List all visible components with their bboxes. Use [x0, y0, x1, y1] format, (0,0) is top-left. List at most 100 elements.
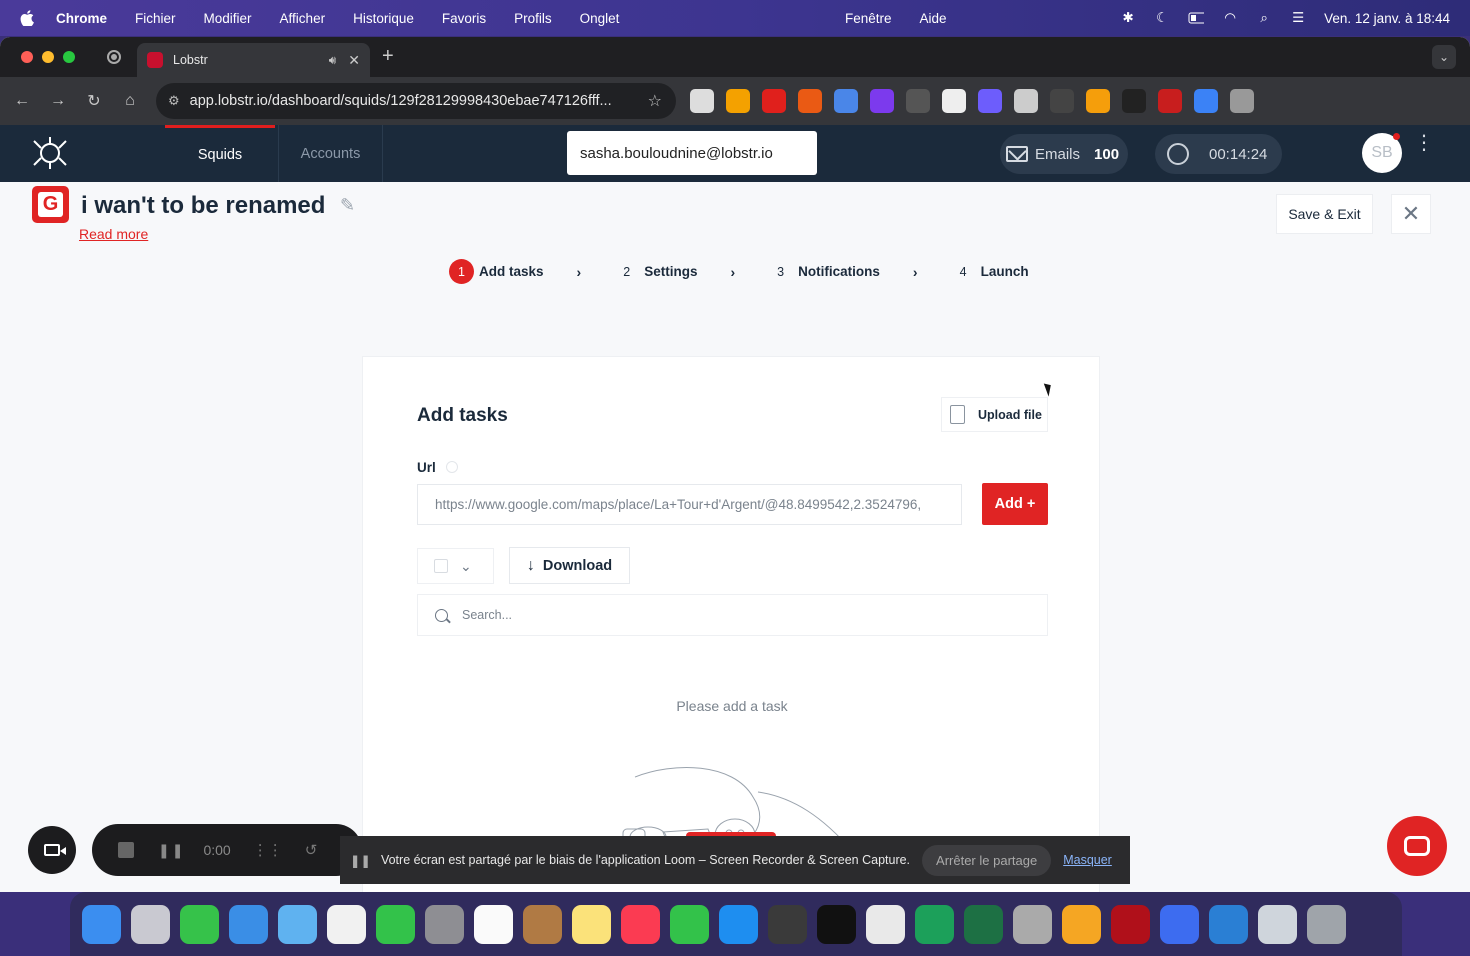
home-button[interactable]: ⌂: [112, 92, 148, 110]
wifi-icon[interactable]: ◠: [1222, 10, 1238, 25]
browser-tab-lobstr[interactable]: Lobstr 🔊︎ ✕: [137, 43, 370, 77]
extension-icon[interactable]: [726, 89, 750, 113]
contacts-icon[interactable]: [523, 904, 562, 944]
extension-icon[interactable]: [1158, 89, 1182, 113]
url-text[interactable]: app.lobstr.io/dashboard/squids/129f28129…: [190, 93, 612, 109]
select-all-checkbox[interactable]: [434, 559, 448, 573]
menu-afficher[interactable]: Afficher: [280, 11, 326, 26]
extension-icon[interactable]: [1122, 89, 1146, 113]
save-exit-button[interactable]: Save & Exit: [1276, 194, 1373, 234]
system-settings-icon[interactable]: [425, 904, 464, 944]
calendar-icon[interactable]: [474, 904, 513, 944]
facetime-icon[interactable]: [376, 904, 415, 944]
drawing-grid-icon[interactable]: ⋮⋮: [253, 841, 283, 859]
trash-bin-icon[interactable]: [1307, 904, 1346, 944]
extension-icon[interactable]: [798, 89, 822, 113]
usage-timer-pill[interactable]: 00:14:24: [1155, 134, 1282, 174]
bluetooth-icon[interactable]: ✱: [1120, 10, 1136, 25]
user-avatar[interactable]: SB: [1362, 133, 1402, 173]
extension-icon[interactable]: [1050, 89, 1074, 113]
numbers-icon[interactable]: [670, 904, 709, 944]
extension-icon[interactable]: [762, 89, 786, 113]
moon-icon[interactable]: ☾: [1154, 10, 1170, 25]
stop-sharing-button[interactable]: Arrêter le partage: [922, 844, 1052, 876]
lobstr-logo-icon[interactable]: [30, 133, 70, 173]
minimize-window-button[interactable]: [42, 51, 54, 63]
extension-icon[interactable]: [870, 89, 894, 113]
notes-icon[interactable]: [572, 904, 611, 944]
address-bar[interactable]: ⚙︎ app.lobstr.io/dashboard/squids/129f28…: [156, 83, 676, 119]
restart-icon[interactable]: ↺: [305, 841, 318, 859]
preview-icon[interactable]: [1258, 904, 1297, 944]
extension-icon[interactable]: [1194, 89, 1218, 113]
edit-pencil-icon[interactable]: ✎: [340, 195, 355, 216]
battery-icon[interactable]: [1188, 11, 1205, 25]
messages-icon[interactable]: [180, 904, 219, 944]
emails-credits-pill[interactable]: Emails 100: [1000, 134, 1128, 174]
extension-icon[interactable]: [834, 89, 858, 113]
tab-close-icon[interactable]: ✕: [348, 52, 360, 69]
extensions-puzzle-icon[interactable]: [1230, 89, 1254, 113]
chevron-down-icon[interactable]: ⌄: [460, 558, 472, 575]
bookmark-star-icon[interactable]: ☆: [648, 91, 662, 111]
menu-modifier[interactable]: Modifier: [204, 11, 252, 26]
site-info-icon[interactable]: ⚙︎: [168, 93, 180, 109]
more-menu-icon[interactable]: ⋮: [1414, 133, 1434, 153]
info-icon[interactable]: [446, 461, 458, 473]
url-input[interactable]: https://www.google.com/maps/place/La+Tou…: [417, 484, 962, 525]
loom-camera-button[interactable]: [28, 826, 76, 874]
add-task-button[interactable]: Add +: [982, 483, 1048, 525]
bulk-select-dropdown[interactable]: ⌄: [417, 548, 494, 584]
pause-icon[interactable]: ❚❚: [158, 842, 185, 859]
step-add-tasks[interactable]: 1 Add tasks: [449, 259, 544, 284]
extension-icon[interactable]: [1014, 89, 1038, 113]
download-button[interactable]: ↓ Download: [509, 547, 630, 584]
apple-icon[interactable]: [18, 9, 36, 27]
cyberduck-icon[interactable]: [1062, 904, 1101, 944]
signal-icon[interactable]: [1160, 904, 1199, 944]
stop-recording-button[interactable]: [118, 842, 134, 858]
recording-indicator-icon[interactable]: [107, 50, 121, 64]
extension-icon[interactable]: [978, 89, 1002, 113]
music-icon[interactable]: [621, 904, 660, 944]
task-search-input[interactable]: Search...: [417, 594, 1048, 636]
nav-squids[interactable]: Squids: [165, 125, 275, 182]
step-notifications[interactable]: 3 Notifications: [768, 259, 880, 284]
forward-button[interactable]: →: [40, 92, 76, 110]
photos-icon[interactable]: [327, 904, 366, 944]
menu-fichier[interactable]: Fichier: [135, 11, 176, 26]
finder-icon[interactable]: [82, 904, 121, 944]
pycharm-icon[interactable]: [915, 904, 954, 944]
read-more-link[interactable]: Read more: [79, 226, 148, 242]
menu-aide[interactable]: Aide: [920, 11, 947, 26]
maps-icon[interactable]: [278, 904, 317, 944]
upload-file-button[interactable]: Upload file: [941, 397, 1048, 432]
hide-banner-link[interactable]: Masquer: [1063, 853, 1112, 867]
squid-title[interactable]: i wan't to be renamed: [81, 192, 331, 220]
new-tab-button[interactable]: +: [382, 45, 394, 68]
menu-fenetre[interactable]: Fenêtre: [845, 11, 892, 26]
fullscreen-window-button[interactable]: [63, 51, 75, 63]
support-chat-button[interactable]: [1387, 816, 1447, 876]
excel-icon[interactable]: [964, 904, 1003, 944]
launchpad-icon[interactable]: [131, 904, 170, 944]
step-launch[interactable]: 4 Launch: [951, 259, 1029, 284]
menu-app-name[interactable]: Chrome: [56, 11, 107, 26]
app-store-icon[interactable]: [719, 904, 758, 944]
reload-button[interactable]: ↻: [76, 91, 112, 111]
vscode-icon[interactable]: [1209, 904, 1248, 944]
terminal-icon[interactable]: [817, 904, 856, 944]
menu-datetime[interactable]: Ven. 12 janv. à 18:44: [1324, 11, 1450, 26]
menu-historique[interactable]: Historique: [353, 11, 414, 26]
menu-profils[interactable]: Profils: [514, 11, 552, 26]
extension-icon[interactable]: [1086, 89, 1110, 113]
spotlight-search-icon[interactable]: ⌕: [1256, 10, 1272, 25]
tab-audio-icon[interactable]: 🔊︎: [329, 53, 337, 68]
menu-favoris[interactable]: Favoris: [442, 11, 486, 26]
extension-icon[interactable]: [942, 89, 966, 113]
extension-icon[interactable]: [906, 89, 930, 113]
close-icon[interactable]: ✕: [1391, 194, 1431, 234]
extension-icon[interactable]: [690, 89, 714, 113]
filezilla-icon[interactable]: [1111, 904, 1150, 944]
back-button[interactable]: ←: [4, 92, 40, 110]
